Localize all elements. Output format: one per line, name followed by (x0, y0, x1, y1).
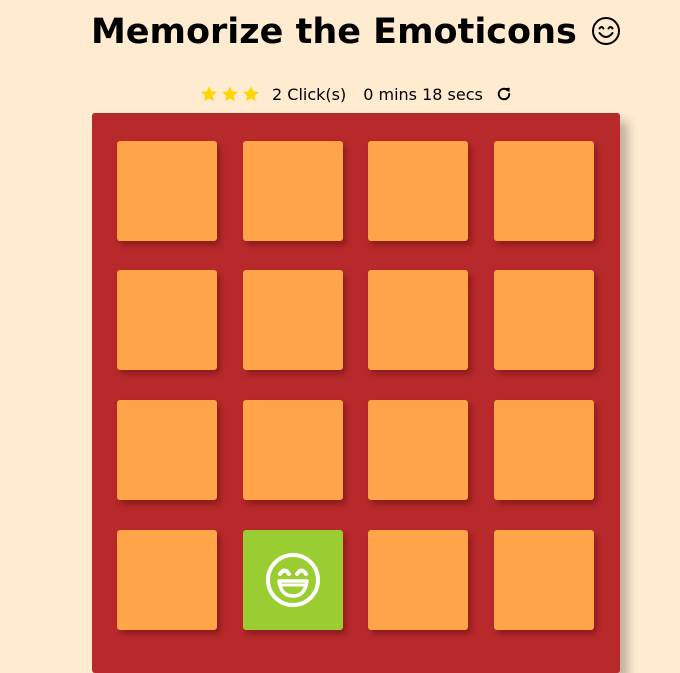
card[interactable] (243, 270, 343, 370)
card[interactable] (368, 400, 468, 500)
card[interactable] (117, 270, 217, 370)
card[interactable] (368, 530, 468, 630)
timer: 0 mins 18 secs (363, 84, 483, 104)
card[interactable] (117, 400, 217, 500)
moves-counter: 2 Click(s) (272, 84, 347, 104)
restart-icon[interactable] (495, 85, 513, 103)
star-icon (222, 86, 238, 102)
card[interactable] (494, 530, 594, 630)
star-rating (200, 85, 263, 103)
page-title-text: Memorize the Emoticons (90, 12, 577, 52)
smiling-face-icon (592, 17, 621, 45)
score-panel: 2 Click(s) 0 mins 18 secs (200, 82, 513, 106)
card[interactable] (368, 141, 468, 241)
card-open[interactable] (243, 530, 343, 630)
grinning-face-icon (266, 553, 320, 607)
page-title: Memorize the Emoticons (0, 12, 680, 52)
card[interactable] (494, 270, 594, 370)
card[interactable] (494, 400, 594, 500)
card[interactable] (117, 530, 217, 630)
card[interactable] (368, 270, 468, 370)
card[interactable] (243, 400, 343, 500)
star-icon (243, 86, 259, 102)
card[interactable] (243, 141, 343, 241)
card[interactable] (117, 141, 217, 241)
card-deck (92, 113, 620, 673)
card[interactable] (494, 141, 594, 241)
star-icon (201, 86, 217, 102)
